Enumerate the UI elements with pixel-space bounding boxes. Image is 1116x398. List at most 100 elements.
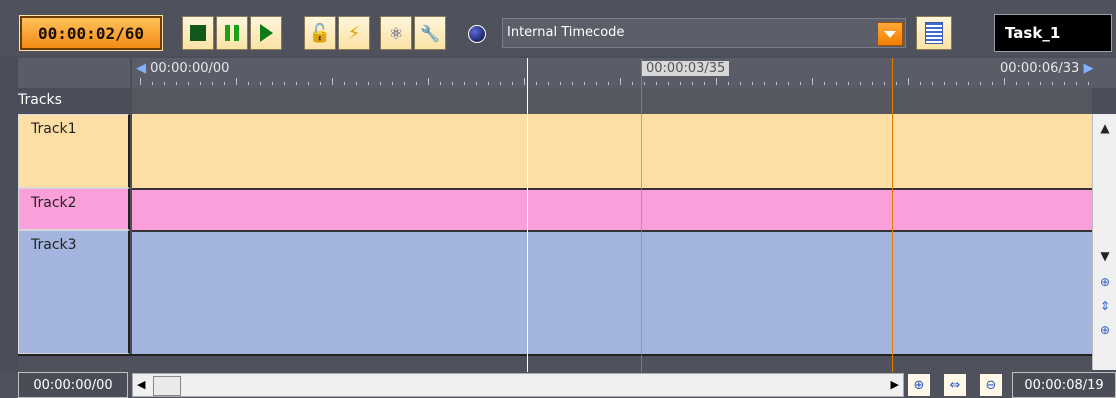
stop-button[interactable] <box>182 16 214 50</box>
ruler-tick <box>500 82 501 85</box>
ruler-tick <box>956 82 957 85</box>
lightning-icon: ⚡ <box>347 22 361 44</box>
zoom-in-icon[interactable]: ⊕ <box>908 374 930 396</box>
track-label-1[interactable]: Track1 <box>18 114 130 188</box>
ruler-tick <box>536 82 537 85</box>
ruler-tick <box>452 82 453 85</box>
ruler-cursor-time: 00:00:03/35 <box>642 61 730 76</box>
ruler-tick <box>860 82 861 85</box>
ruler-tick <box>296 82 297 85</box>
ruler-tick <box>908 78 909 85</box>
scroll-down-arrow-icon[interactable]: ▼ <box>1095 246 1115 266</box>
ruler-tick <box>1064 82 1065 85</box>
ruler-tick <box>644 82 645 85</box>
ruler-tick <box>848 82 849 85</box>
ruler-tick <box>368 82 369 85</box>
ruler-tick <box>524 78 525 85</box>
pause-button[interactable] <box>216 16 248 50</box>
ruler-tick <box>512 82 513 85</box>
wrench-icon: 🔧 <box>420 23 440 43</box>
ruler-tick <box>188 82 189 85</box>
timeline-strip <box>132 88 1092 114</box>
ruler-tick <box>968 82 969 85</box>
ruler-tick <box>1052 82 1053 85</box>
ruler-tick <box>260 82 261 85</box>
zoom-in-vertical-icon[interactable]: ⊕ <box>1095 320 1115 340</box>
track-label-2[interactable]: Track2 <box>18 188 130 230</box>
ruler-tick <box>344 82 345 85</box>
ruler-tick <box>560 82 561 85</box>
arrow-right-icon: ▶ <box>1083 61 1094 76</box>
ruler-tick <box>944 82 945 85</box>
zoom-out-icon[interactable]: ⊖ <box>980 374 1002 396</box>
task-name[interactable]: Task_1 <box>994 14 1112 52</box>
lightning-button[interactable]: ⚡ <box>338 16 370 50</box>
play-button[interactable] <box>250 16 282 50</box>
track-lane-1[interactable] <box>132 114 1092 188</box>
tracks-header: Tracks <box>18 92 62 108</box>
ruler-tick <box>572 82 573 85</box>
ruler-tick <box>416 82 417 85</box>
ruler-tick <box>800 82 801 85</box>
tracks-bottom-gap <box>18 354 1092 372</box>
film-reels-button[interactable]: ⚛ <box>380 16 412 50</box>
vertical-resize-icon[interactable]: ⇕ <box>1095 296 1115 316</box>
wrench-button[interactable]: 🔧 <box>414 16 446 50</box>
ruler-tick <box>584 82 585 85</box>
ruler-tick <box>476 82 477 85</box>
vertical-scrollbar[interactable]: ▲ ▼ ⊕ ⇕ ⊕ <box>1092 114 1116 370</box>
ruler-tick <box>932 82 933 85</box>
range-end-time[interactable]: 00:00:08/19 <box>1012 372 1116 398</box>
playhead-line[interactable] <box>527 58 528 376</box>
track-lane-2[interactable] <box>132 188 1092 230</box>
timecode-source-select[interactable]: Internal Timecode <box>502 18 906 48</box>
ruler-tick <box>836 82 837 85</box>
ruler-tick <box>236 78 237 85</box>
ruler-tick <box>896 82 897 85</box>
scroll-up-arrow-icon[interactable]: ▲ <box>1095 118 1115 138</box>
ruler-tick <box>548 82 549 85</box>
track-lane-3[interactable] <box>132 230 1092 354</box>
range-start-time[interactable]: 00:00:00/00 <box>18 372 128 398</box>
lock-button[interactable]: 🔓 <box>304 16 336 50</box>
horizontal-scrollbar[interactable]: ◀ ▶ <box>132 373 904 397</box>
ruler-tick <box>224 82 225 85</box>
zoom-out-vertical-icon[interactable]: ⊕ <box>1095 272 1115 292</box>
ruler-tick <box>728 82 729 85</box>
scroll-right-arrow-icon[interactable]: ▶ <box>891 378 899 391</box>
ruler-tick <box>164 82 165 85</box>
sync-dot-icon[interactable] <box>468 25 486 43</box>
play-icon <box>259 24 273 42</box>
ruler-tick <box>1088 82 1089 85</box>
timecode-display[interactable]: 00:00:02/60 <box>19 15 163 51</box>
ruler-tick <box>200 82 201 85</box>
scroll-thumb[interactable] <box>153 376 181 396</box>
ruler-tick <box>380 82 381 85</box>
ruler-tick <box>620 78 621 85</box>
ruler-tick <box>1028 82 1029 85</box>
ruler-tick <box>440 82 441 85</box>
scroll-left-arrow-icon[interactable]: ◀ <box>137 378 145 391</box>
ruler-tick <box>692 82 693 85</box>
cursor-line[interactable] <box>892 58 893 372</box>
ruler-tick <box>980 82 981 85</box>
ruler-tick <box>308 82 309 85</box>
horizontal-resize-icon[interactable]: ⇔ <box>944 374 966 396</box>
ruler-tick <box>668 82 669 85</box>
ruler-tick <box>752 82 753 85</box>
track-label-3[interactable]: Track3 <box>18 230 130 354</box>
timecode-source-label: Internal Timecode <box>507 25 625 40</box>
ruler-tick <box>740 82 741 85</box>
timeline-ruler[interactable]: ◀ 00:00:00/00 00:00:03/35 00:00:06/33 ▶ <box>132 58 1116 88</box>
ruler-tick <box>488 82 489 85</box>
chevron-down-icon[interactable] <box>877 22 903 46</box>
ruler-corner <box>18 58 130 88</box>
arrow-left-icon: ◀ <box>136 61 146 76</box>
ruler-tick <box>992 82 993 85</box>
ruler-tick <box>704 82 705 85</box>
ruler-tick <box>332 78 333 85</box>
ruler-tick <box>1004 78 1005 85</box>
ruler-tick <box>884 82 885 85</box>
ruler-tick <box>716 78 717 85</box>
list-button[interactable] <box>916 16 952 50</box>
